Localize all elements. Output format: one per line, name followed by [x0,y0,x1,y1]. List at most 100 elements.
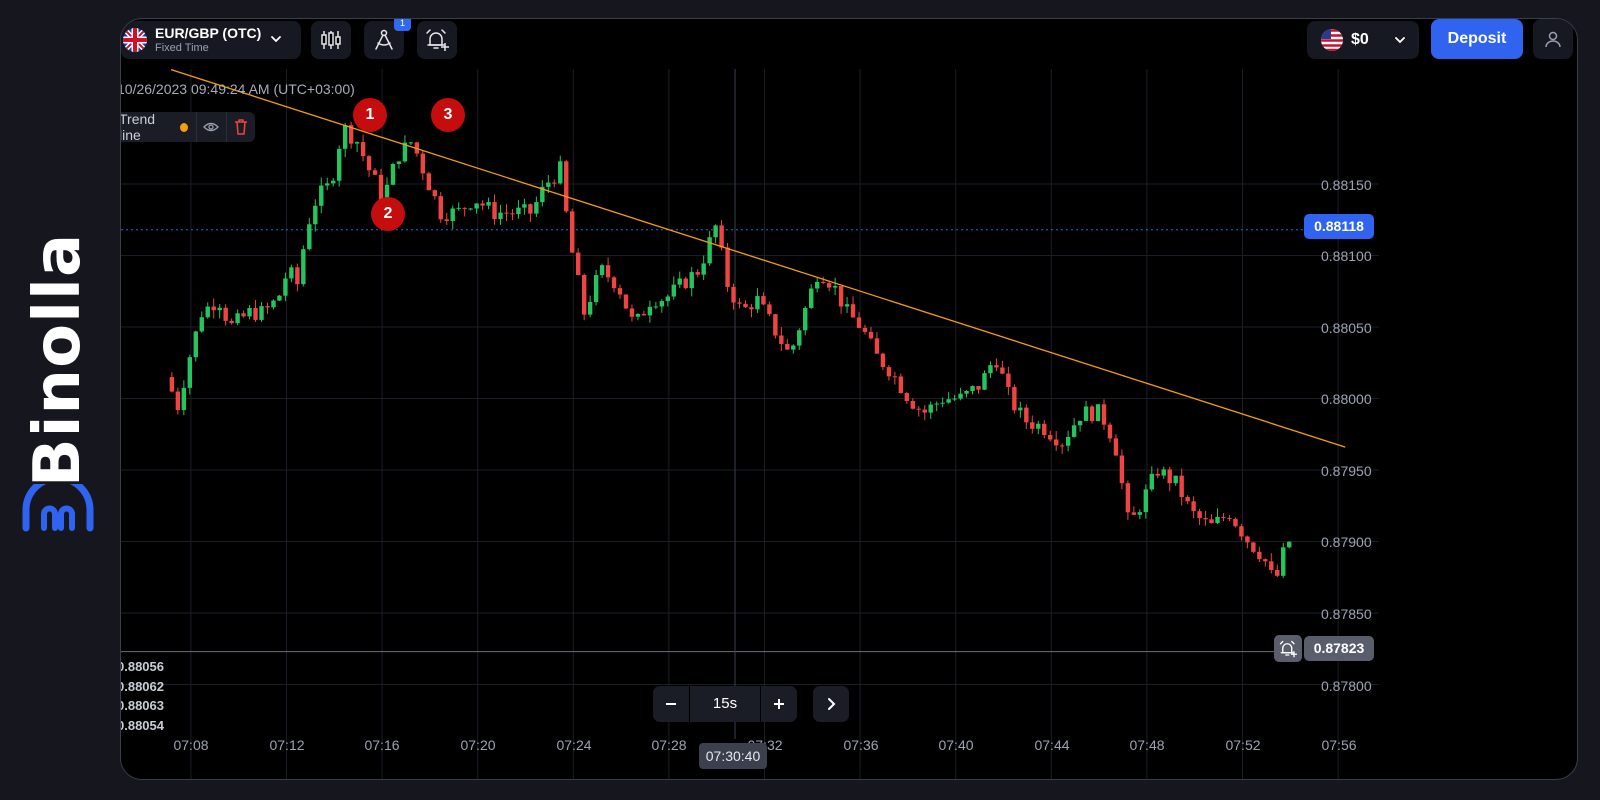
candle-body [797,330,802,346]
candle-body [1251,542,1256,552]
candle-body [874,338,880,354]
candle-body [611,277,617,289]
timeframe-increase-button[interactable] [761,686,797,722]
deposit-button[interactable]: Deposit [1431,19,1523,59]
balance-value: $0 [1351,31,1369,48]
eye-icon[interactable] [197,112,226,142]
candle-body [803,307,808,331]
candle-body [193,331,198,358]
candle-body [169,377,175,392]
price-chart[interactable] [121,69,1379,780]
candle-body [1065,436,1071,446]
candle-body [1048,435,1053,440]
price-alert-button[interactable] [1274,635,1302,662]
candle-body [988,365,993,374]
candle-body [737,302,742,304]
candle-body [575,252,581,276]
candle-body [1053,439,1059,446]
trend-color-dot[interactable] [180,122,189,132]
candle-body [719,225,724,248]
candle-body [773,314,778,336]
trend-line-chip[interactable]: Trend line [121,111,255,143]
candle-body [725,247,730,287]
time-tick-label: 07:48 [1129,737,1165,753]
candle-body [1173,475,1178,484]
candle-body [372,170,378,175]
trash-icon[interactable] [226,112,255,142]
candle-body [1179,475,1184,498]
candle-body [187,357,193,388]
candle-body [438,196,443,220]
candle-body [1209,519,1214,524]
alarm-plus-icon [1279,640,1297,657]
alarm-plus-icon [426,29,449,51]
candle-body [695,272,700,275]
candle-body [1239,526,1244,537]
candle-body [253,308,258,320]
candle-body [462,207,467,209]
candle-body [791,345,796,350]
side-value: 0.88063 [120,698,164,713]
candle-body [319,185,324,206]
candle-body [701,263,706,275]
candle-body [1012,386,1017,411]
candlestick-chart[interactable] [121,69,1379,780]
add-alert-button[interactable] [417,21,457,59]
candle-body [205,306,210,318]
candle-body [1185,497,1190,502]
user-icon [1545,31,1561,48]
drawing-tools-button[interactable]: 1 [364,19,411,59]
balance-selector[interactable]: $0 [1307,21,1419,59]
candle-body [665,296,671,302]
candle-body [396,161,402,165]
asset-selector[interactable]: EUR/GBP (OTC) Fixed Time [121,21,301,59]
scroll-to-latest-button[interactable] [813,686,849,722]
candle-body [480,203,485,206]
time-tick-label: 07:20 [460,737,496,753]
candle-body [593,275,599,302]
candle-body [492,202,497,220]
compass-icon [375,29,393,50]
candle-body [1167,469,1172,484]
chart-type-button[interactable] [311,21,351,59]
alert-price-tag[interactable]: 0.87823 [1304,636,1374,661]
candle-body [599,265,605,276]
candle-body [814,281,820,289]
time-tick-label: 07:24 [556,737,592,753]
candle-body [331,180,336,184]
candle-body [564,161,569,212]
price-tick-label: 0.87800 [1321,678,1372,694]
candle-body [247,308,252,317]
chart-datetime: 10/26/2023 09:49:24 AM (UTC+03:00) [120,81,355,97]
candle-body [617,288,623,295]
candle-body [468,208,473,210]
candle-body [1119,455,1125,484]
account-menu-button[interactable] [1533,19,1573,59]
candle-body [886,367,892,377]
candle-body [755,296,760,310]
us-flag-icon [1321,29,1343,51]
candle-body [558,161,563,184]
price-tick-label: 0.87850 [1321,606,1372,622]
candle-body [289,267,294,279]
candle-body [522,204,527,208]
candle-body [970,386,975,392]
candle-body [432,190,437,197]
candle-body [235,313,240,324]
candle-body [1203,518,1208,520]
candle-body [1221,516,1226,518]
timeframe-value[interactable]: 15s [689,686,761,722]
timeframe-decrease-button[interactable] [653,686,689,722]
marker-3: 3 [431,98,465,132]
time-tick-label: 07:56 [1321,737,1357,753]
candle-body [516,207,521,215]
time-tick-label: 07:36 [843,737,879,753]
candle-body [982,373,987,390]
candle-body [301,249,306,285]
plus-icon [774,699,784,709]
top-toolbar: EUR/GBP (OTC) Fixed Time 1 $0 Deposit [121,19,1577,67]
candle-body [1149,473,1154,490]
candle-body [898,376,904,394]
candle-body [283,278,288,296]
candle-body [1107,424,1113,439]
